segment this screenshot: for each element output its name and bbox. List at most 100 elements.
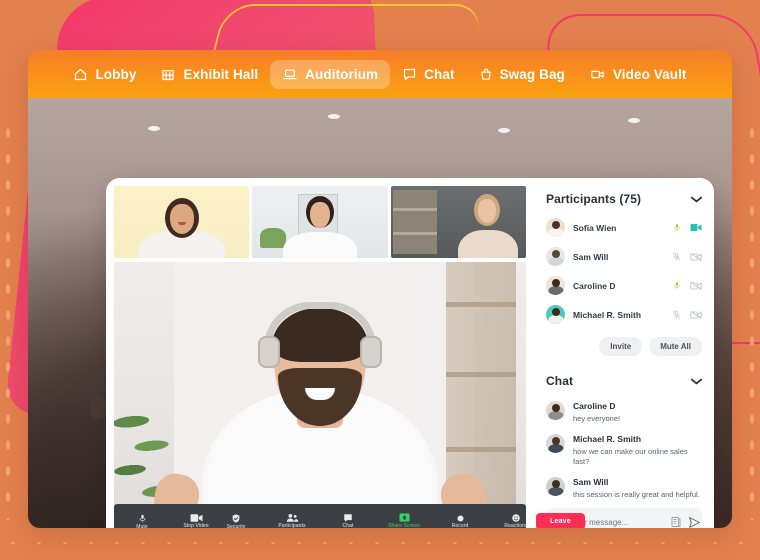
microphone-off-icon[interactable] bbox=[672, 251, 681, 262]
leave-meeting-button[interactable]: Leave bbox=[536, 512, 585, 528]
participants-title: Participants (75) bbox=[546, 192, 642, 206]
toolbar-label: Reactions bbox=[504, 523, 528, 529]
participant-name: Caroline D bbox=[573, 280, 616, 291]
toolbar-button-stop-video[interactable]: Stop Video bbox=[176, 513, 216, 528]
chat-text: how we can make our online sales fast? bbox=[573, 447, 688, 466]
nav-label: Swag Bag bbox=[499, 66, 565, 82]
chevron-down-icon[interactable] bbox=[690, 190, 703, 208]
avatar bbox=[546, 401, 565, 420]
participant-thumbnail[interactable] bbox=[252, 186, 388, 258]
video-area: Mute Stop Video Security Participants Ch… bbox=[106, 178, 585, 528]
app-window: Lobby Exhibit Hall Auditorium Chat Swag … bbox=[28, 50, 732, 528]
video-call-card: Mute Stop Video Security Participants Ch… bbox=[106, 178, 714, 528]
participant-thumbnail[interactable] bbox=[114, 186, 250, 258]
decor-bottom-dots bbox=[0, 538, 760, 548]
nav-item-video-vault[interactable]: Video Vault bbox=[577, 60, 699, 89]
meeting-controls-toolbar: Mute Stop Video Security Participants Ch… bbox=[114, 504, 585, 528]
toolbar-label: Participants bbox=[278, 523, 306, 529]
active-speaker-video[interactable] bbox=[114, 262, 526, 528]
video-camera-icon bbox=[589, 67, 606, 82]
participants-actions: Invite Mute All bbox=[546, 337, 702, 356]
shield-icon bbox=[231, 513, 241, 524]
store-icon bbox=[160, 67, 176, 82]
toolbar-button-security[interactable]: Security bbox=[216, 513, 256, 528]
mute-all-button[interactable]: Mute All bbox=[649, 337, 702, 356]
participant-row[interactable]: Michael R. Smith bbox=[546, 305, 702, 324]
toolbar-button-reactions[interactable]: Reactions bbox=[496, 513, 536, 528]
record-dot-icon bbox=[456, 514, 465, 523]
page-root: Lobby Exhibit Hall Auditorium Chat Swag … bbox=[0, 0, 760, 560]
chat-header: Chat bbox=[546, 372, 703, 390]
microphone-icon bbox=[138, 513, 147, 524]
send-paper-plane-icon[interactable] bbox=[688, 516, 701, 529]
participant-thumbnail[interactable] bbox=[390, 186, 526, 258]
toolbar-label: Chat bbox=[342, 523, 354, 529]
toolbar-button-share-screen[interactable]: Share Screen bbox=[384, 513, 424, 528]
chat-bubble-icon bbox=[402, 67, 417, 82]
avatar bbox=[546, 434, 565, 454]
nav-item-exhibit-hall[interactable]: Exhibit Hall bbox=[148, 60, 270, 89]
chat-text: this session is really great and helpful… bbox=[573, 490, 700, 500]
toolbar-button-participants[interactable]: Participants bbox=[272, 513, 312, 528]
invite-button[interactable]: Invite bbox=[599, 337, 643, 356]
toolbar-label: Record bbox=[451, 522, 469, 528]
chat-bubble-icon bbox=[343, 513, 353, 523]
main-navigation: Lobby Exhibit Hall Auditorium Chat Swag … bbox=[28, 50, 732, 98]
share-screen-icon bbox=[399, 513, 410, 523]
participant-row[interactable]: Sam Will bbox=[546, 247, 702, 266]
decor-left-dots bbox=[2, 120, 14, 520]
nav-item-swag-bag[interactable]: Swag Bag bbox=[467, 60, 577, 89]
camera-off-icon[interactable] bbox=[690, 310, 702, 320]
participants-header: Participants (75) bbox=[546, 190, 703, 208]
avatar bbox=[546, 477, 565, 497]
chat-message: Sam Will this session is really great an… bbox=[546, 477, 702, 499]
nav-label: Exhibit Hall bbox=[183, 66, 259, 82]
participant-row[interactable]: Sofia Wien bbox=[546, 218, 702, 237]
nav-label: Lobby bbox=[95, 66, 137, 82]
nav-item-chat[interactable]: Chat bbox=[390, 60, 466, 89]
document-attach-icon[interactable] bbox=[670, 516, 682, 528]
chat-author: Sam Will bbox=[573, 477, 609, 488]
side-panel: Participants (75) Sofia Wien Sam Will Ca… bbox=[534, 178, 714, 528]
camera-off-icon[interactable] bbox=[690, 281, 702, 291]
nav-item-auditorium[interactable]: Auditorium bbox=[270, 59, 391, 89]
camera-on-icon[interactable] bbox=[690, 223, 702, 232]
avatar bbox=[546, 276, 565, 295]
avatar bbox=[546, 218, 565, 237]
people-icon bbox=[286, 513, 299, 523]
nav-label: Chat bbox=[424, 66, 455, 82]
participant-name: Sofia Wien bbox=[573, 222, 617, 233]
toolbar-button-chat[interactable]: Chat bbox=[328, 513, 368, 528]
laptop-icon bbox=[282, 67, 298, 82]
nav-label: Video Vault bbox=[612, 66, 687, 82]
chat-message: Caroline D hey everyone! bbox=[546, 401, 702, 423]
nav-label: Auditorium bbox=[305, 66, 379, 82]
participant-name: Michael R. Smith bbox=[573, 309, 642, 320]
home-icon bbox=[73, 67, 88, 82]
participant-row[interactable]: Caroline D bbox=[546, 276, 702, 295]
shopping-bag-icon bbox=[479, 67, 493, 82]
avatar bbox=[546, 247, 565, 266]
microphone-on-icon[interactable] bbox=[673, 280, 681, 291]
chat-message: Michael R. Smith how we can make our onl… bbox=[546, 434, 702, 466]
nav-item-lobby[interactable]: Lobby bbox=[61, 60, 148, 89]
toolbar-label: Stop Video bbox=[183, 523, 209, 529]
toolbar-label: Share Screen bbox=[388, 523, 420, 529]
avatar bbox=[546, 305, 565, 324]
microphone-on-icon[interactable] bbox=[673, 222, 681, 233]
smiley-icon bbox=[511, 513, 521, 523]
decor-right-dots bbox=[746, 120, 758, 520]
chat-text: hey everyone! bbox=[573, 414, 621, 423]
chevron-down-icon[interactable] bbox=[690, 372, 703, 390]
chat-author: Michael R. Smith bbox=[573, 434, 642, 445]
chat-title: Chat bbox=[546, 374, 574, 388]
toolbar-button-record[interactable]: Record bbox=[440, 514, 480, 528]
microphone-off-icon[interactable] bbox=[672, 309, 681, 320]
video-camera-icon bbox=[190, 513, 203, 523]
participant-name: Sam Will bbox=[573, 251, 609, 262]
chat-author: Caroline D bbox=[573, 401, 616, 411]
toolbar-label: Mute bbox=[136, 523, 148, 528]
toolbar-button-mute[interactable]: Mute bbox=[122, 513, 162, 528]
camera-off-icon[interactable] bbox=[690, 252, 702, 262]
toolbar-label: Security bbox=[226, 523, 246, 528]
